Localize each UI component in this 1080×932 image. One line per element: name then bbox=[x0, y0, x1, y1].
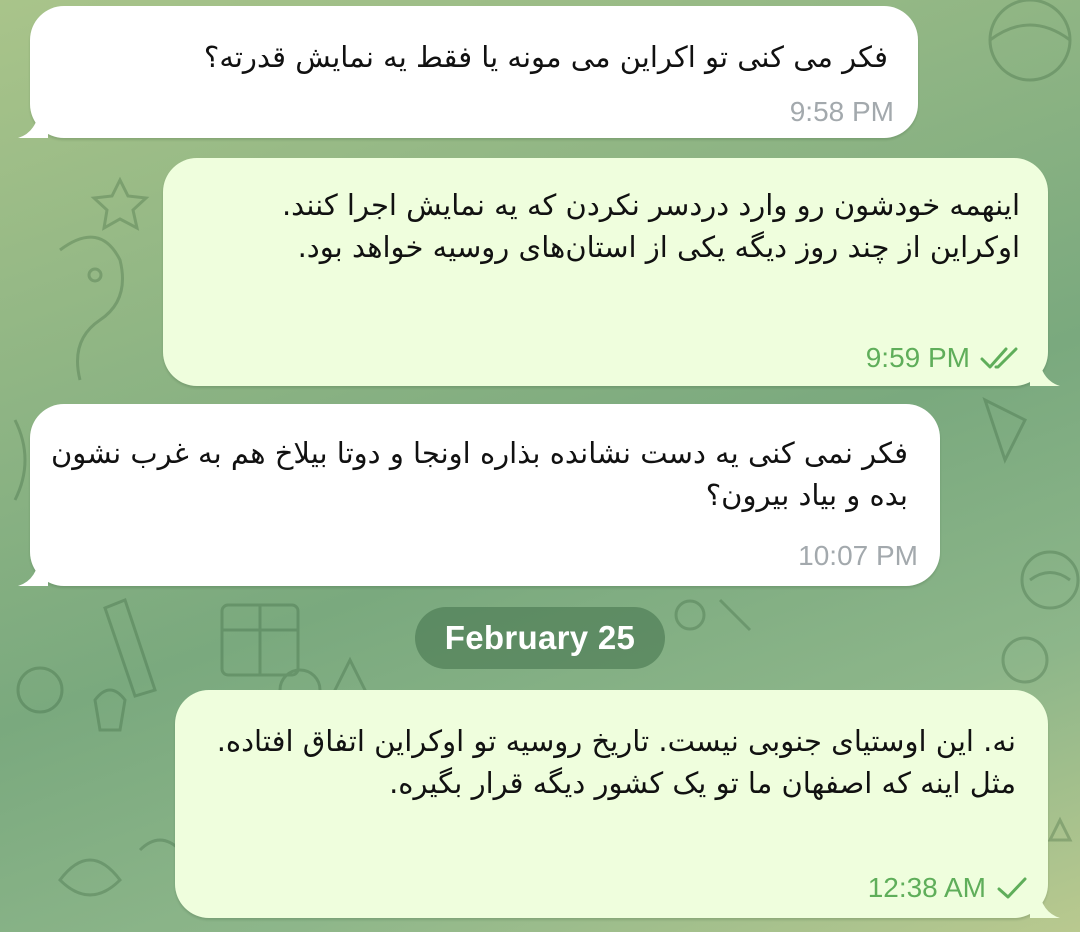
message-timestamp: 9:59 PM bbox=[866, 342, 1024, 374]
double-check-icon bbox=[980, 347, 1018, 369]
bubble-tail bbox=[18, 552, 48, 586]
message-time: 10:07 PM bbox=[798, 540, 918, 571]
message-text: فکر نمی کنی یه دست نشانده بذاره اونجا و … bbox=[50, 436, 908, 512]
bubble-tail bbox=[18, 104, 48, 138]
message-bubble-incoming[interactable]: فکر نمی کنی یه دست نشانده بذاره اونجا و … bbox=[18, 404, 940, 586]
message-text: اینهمه خودشون رو وارد دردسر نکردن که یه … bbox=[281, 188, 1020, 264]
message-time: 9:58 PM bbox=[789, 96, 894, 127]
message-timestamp: 9:58 PM bbox=[790, 96, 894, 128]
message-time: 9:59 PM bbox=[865, 342, 970, 373]
message-text: نه. این اوستیای جنوبی نیست. تاریخ روسیه … bbox=[216, 724, 1016, 800]
message-bubble-incoming[interactable]: فکر می کنی تو اکراین می مونه یا فقط یه ن… bbox=[18, 6, 918, 138]
message-text: فکر می کنی تو اکراین می مونه یا فقط یه ن… bbox=[203, 40, 888, 74]
bubble-tail bbox=[1030, 352, 1060, 386]
message-timestamp: 10:07 PM bbox=[798, 540, 918, 572]
date-separator: February 25 bbox=[415, 607, 665, 669]
single-check-icon bbox=[997, 877, 1027, 899]
bubble-tail bbox=[1030, 884, 1060, 918]
message-bubble-outgoing[interactable]: اینهمه خودشون رو وارد دردسر نکردن که یه … bbox=[163, 158, 1060, 386]
message-timestamp: 12:38 AM bbox=[868, 872, 1028, 904]
message-time: 12:38 AM bbox=[867, 872, 986, 903]
message-bubble-outgoing[interactable]: نه. این اوستیای جنوبی نیست. تاریخ روسیه … bbox=[175, 690, 1060, 918]
